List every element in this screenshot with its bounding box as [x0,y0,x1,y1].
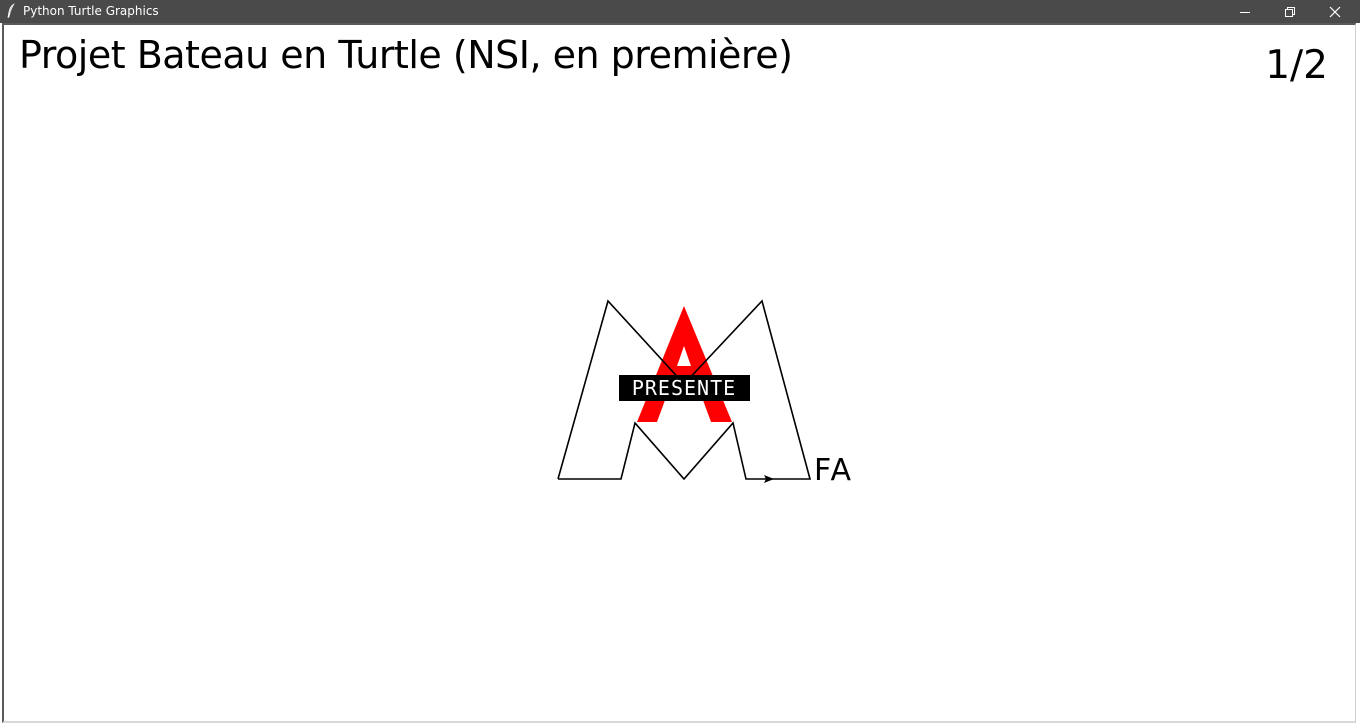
logo-drawing: PRESENTE FA [557,299,853,488]
logo-side-text: FA [814,453,853,488]
presente-badge-text: PRESENTE [632,376,736,400]
canvas-content: Projet Bateau en Turtle (NSI, en premièr… [0,0,1360,727]
letter-a-shape [637,306,732,422]
